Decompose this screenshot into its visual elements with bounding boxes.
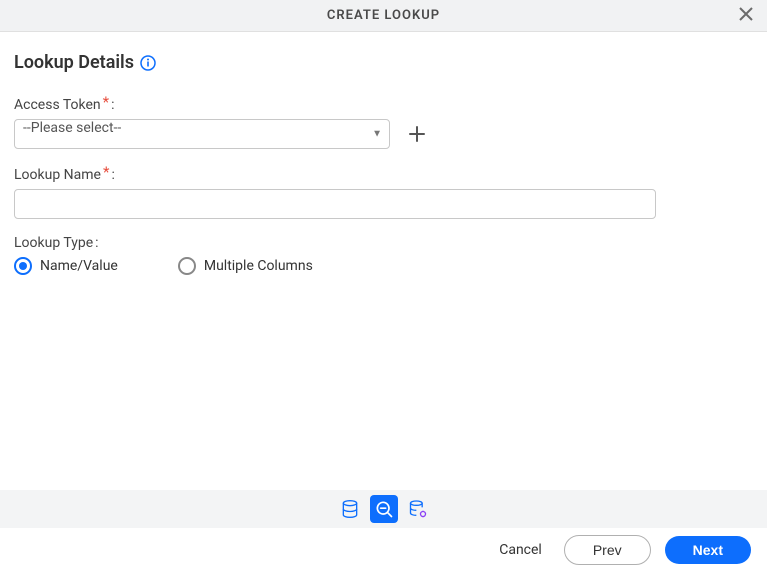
close-icon[interactable]: [735, 3, 757, 29]
access-token-select[interactable]: --Please select--: [14, 119, 390, 149]
lookup-type-label-text: Lookup Type: [14, 235, 93, 251]
label-colon: :: [95, 235, 98, 251]
section-title: Lookup Details: [14, 52, 134, 73]
access-token-row: --Please select-- ▼: [14, 119, 753, 149]
dialog-header: CREATE LOOKUP: [0, 0, 767, 32]
lookup-type-radio-group: Name/Value Multiple Columns: [14, 257, 753, 275]
access-token-select-wrap: --Please select-- ▼: [14, 119, 390, 149]
required-asterisk: *: [103, 93, 109, 111]
label-colon: :: [111, 167, 114, 183]
step-search-icon[interactable]: [370, 495, 398, 523]
dialog-body: Lookup Details Access Token * : --Please…: [0, 32, 767, 275]
next-button[interactable]: Next: [665, 536, 751, 564]
label-colon: :: [111, 97, 114, 113]
access-token-field: Access Token * : --Please select-- ▼: [14, 95, 753, 149]
wizard-step-bar: [0, 490, 767, 528]
radio-name-value[interactable]: Name/Value: [14, 257, 118, 275]
radio-icon: [178, 257, 196, 275]
dialog-title: CREATE LOOKUP: [327, 8, 440, 23]
lookup-name-label-text: Lookup Name: [14, 167, 101, 183]
step-database-gear-icon[interactable]: [404, 495, 432, 523]
prev-button[interactable]: Prev: [564, 535, 651, 565]
radio-name-value-label: Name/Value: [40, 258, 118, 274]
access-token-label: Access Token * :: [14, 95, 753, 113]
footer-buttons: Cancel Prev Next: [0, 528, 767, 572]
lookup-type-label: Lookup Type :: [14, 235, 753, 251]
lookup-name-input[interactable]: [14, 189, 656, 219]
radio-multiple-columns-label: Multiple Columns: [204, 258, 313, 274]
cancel-button[interactable]: Cancel: [491, 536, 550, 564]
access-token-label-text: Access Token: [14, 97, 101, 113]
add-token-button[interactable]: [404, 121, 430, 147]
required-asterisk: *: [103, 163, 109, 181]
lookup-name-label: Lookup Name * :: [14, 165, 753, 183]
radio-multiple-columns[interactable]: Multiple Columns: [178, 257, 313, 275]
lookup-name-field: Lookup Name * :: [14, 165, 753, 219]
radio-icon: [14, 257, 32, 275]
dialog-footer: Cancel Prev Next: [0, 490, 767, 572]
section-title-row: Lookup Details: [14, 52, 753, 73]
step-database-icon[interactable]: [336, 495, 364, 523]
lookup-type-field: Lookup Type : Name/Value Multiple Column…: [14, 235, 753, 275]
info-icon[interactable]: [140, 55, 156, 71]
